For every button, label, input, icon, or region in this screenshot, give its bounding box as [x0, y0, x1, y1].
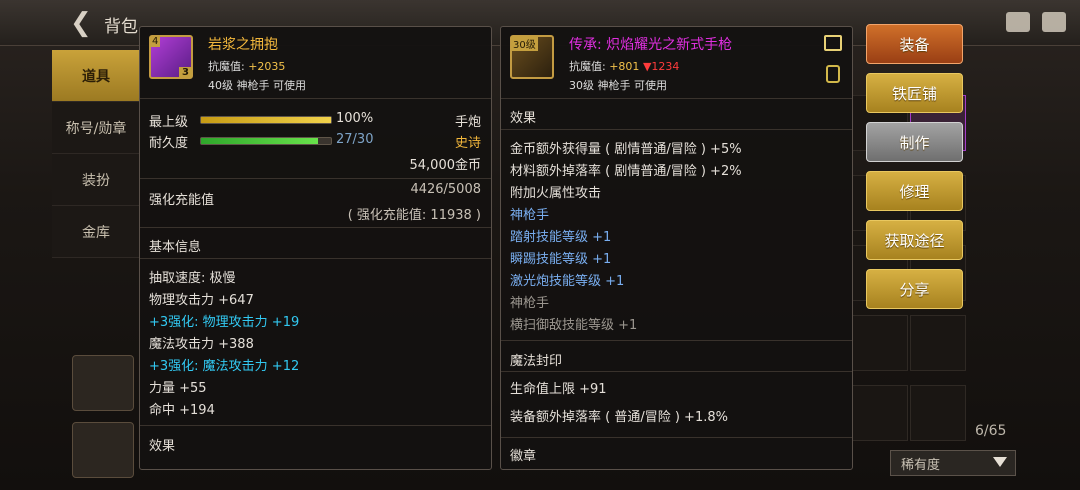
max-level-fill — [201, 117, 331, 123]
durability-value: 27/30 — [336, 132, 374, 147]
stat-line: 抽取速度: 极慢 — [149, 271, 236, 286]
effect-label: 效果 — [510, 111, 537, 126]
enhance-value: 4426/5008 — [410, 182, 481, 197]
stat-line: 物理攻击力 +647 — [149, 293, 254, 308]
divider — [501, 129, 852, 130]
item-tooltip-equipped: 4 3 岩浆之拥抱 抗魔值: +2035 40级 神枪手 可使用 最上级 100… — [139, 26, 492, 470]
durability-label: 耐久度 — [149, 136, 189, 151]
seal-line: 装备额外掉落率 ( 普通/冒险 ) +1.8% — [510, 410, 728, 425]
chat-icon[interactable] — [1042, 12, 1066, 32]
max-level-value: 100% — [336, 111, 374, 126]
effect-line: 神枪手 — [510, 208, 550, 223]
sort-dropdown[interactable]: 稀有度 — [890, 450, 1016, 476]
max-level-label: 最上级 — [149, 115, 189, 130]
resist-diff: ▼1234 — [642, 60, 680, 73]
cannon-icon: 4 3 — [149, 35, 193, 79]
tab-vault[interactable]: 金库 — [52, 206, 140, 258]
inventory-count: 6/65 — [975, 423, 1007, 439]
rarity: 史诗 — [454, 136, 481, 151]
resist-value: +2035 — [248, 60, 286, 73]
craft-button[interactable]: 制作 — [866, 122, 963, 162]
enhance-label: 强化充能值 — [149, 193, 215, 208]
stat-line: +3强化: 物理攻击力 +19 — [149, 315, 300, 330]
inventory-slot[interactable] — [852, 385, 908, 441]
effect-line: 激光炮技能等级 +1 — [510, 274, 625, 289]
inventory-slot[interactable] — [910, 385, 966, 441]
divider — [501, 371, 852, 372]
shortcut-button-1[interactable] — [72, 355, 134, 411]
stat-line: 命中 +194 — [149, 403, 215, 418]
basic-info-label: 基本信息 — [149, 240, 202, 255]
repair-button[interactable]: 修理 — [866, 171, 963, 211]
chevron-down-icon — [993, 457, 1007, 467]
durability-bar — [200, 137, 332, 145]
tab-costume[interactable]: 装扮 — [52, 154, 140, 206]
resist-value: +801 — [609, 60, 640, 73]
price: 54,000金币 — [409, 158, 482, 173]
share-icon[interactable] — [824, 35, 842, 51]
pistol-icon: 30级 — [510, 35, 554, 79]
inventory-slot[interactable] — [910, 315, 966, 371]
tab-items[interactable]: 道具 — [52, 50, 140, 102]
resist-line: 抗魔值: +2035 — [208, 58, 285, 74]
tab-titles[interactable]: 称号/勋章 — [52, 102, 140, 154]
shortcut-button-2[interactable] — [72, 422, 134, 478]
back-icon[interactable]: ❮ — [70, 8, 92, 38]
enhance-sub: ( 强化充能值: 11938 ) — [347, 208, 481, 223]
item-type: 手炮 — [454, 115, 481, 130]
emblem-label: 徽章 — [510, 449, 537, 464]
effect-line: 金币额外获得量 ( 剧情普通/冒险 ) +5% — [510, 142, 742, 157]
share-button[interactable]: 分享 — [866, 269, 963, 309]
item-tooltip-compare: 30级 传承: 炽焰耀光之新式手枪 抗魔值: +801 ▼1234 30级 神枪… — [500, 26, 853, 470]
enhance-badge: 3 — [179, 67, 192, 78]
obtain-route-button[interactable]: 获取途径 — [866, 220, 963, 260]
divider — [501, 340, 852, 341]
mail-icon[interactable] — [1006, 12, 1030, 32]
divider — [140, 227, 491, 228]
resist-label: 抗魔值: — [569, 60, 606, 73]
blacksmith-button[interactable]: 铁匠铺 — [866, 73, 963, 113]
effect-line: 附加火属性攻击 — [510, 186, 602, 201]
stat-line: +3强化: 魔法攻击力 +12 — [149, 359, 300, 374]
divider — [140, 425, 491, 426]
item-name: 岩浆之拥抱 — [208, 37, 278, 53]
item-level-badge: 30级 — [511, 36, 538, 51]
stat-line: 力量 +55 — [149, 381, 207, 396]
inventory-slot[interactable] — [852, 315, 908, 371]
effect-line: 神枪手 — [510, 296, 550, 311]
divider — [140, 258, 491, 259]
item-header: 30级 传承: 炽焰耀光之新式手枪 抗魔值: +801 ▼1234 30级 神枪… — [501, 27, 852, 99]
divider — [140, 178, 491, 179]
lock-icon[interactable] — [826, 65, 840, 83]
top-icons — [1006, 12, 1066, 32]
durability-fill — [201, 138, 318, 144]
class-requirement: 40级 神枪手 可使用 — [208, 79, 306, 92]
page-title: 背包 — [104, 17, 138, 37]
left-tabs: 道具 称号/勋章 装扮 金库 — [52, 50, 140, 258]
item-header: 4 3 岩浆之拥抱 抗魔值: +2035 40级 神枪手 可使用 — [140, 27, 491, 99]
item-name: 传承: 炽焰耀光之新式手枪 — [569, 37, 733, 53]
effect-line: 材料额外掉落率 ( 剧情普通/冒险 ) +2% — [510, 164, 742, 179]
item-level-badge: 4 — [150, 36, 161, 47]
sort-label: 稀有度 — [901, 457, 941, 473]
effect-line: 踏射技能等级 +1 — [510, 230, 612, 245]
seal-label: 魔法封印 — [510, 354, 563, 369]
effect-line: 横扫御敌技能等级 +1 — [510, 318, 638, 333]
class-requirement: 30级 神枪手 可使用 — [569, 79, 667, 92]
divider — [501, 437, 852, 438]
resist-line: 抗魔值: +801 ▼1234 — [569, 58, 679, 74]
resist-label: 抗魔值: — [208, 60, 245, 73]
effect-line: 瞬踢技能等级 +1 — [510, 252, 612, 267]
effect-label: 效果 — [149, 439, 176, 454]
equip-button[interactable]: 装备 — [866, 24, 963, 64]
max-level-bar — [200, 116, 332, 124]
seal-line: 生命值上限 +91 — [510, 382, 607, 397]
stat-line: 魔法攻击力 +388 — [149, 337, 254, 352]
